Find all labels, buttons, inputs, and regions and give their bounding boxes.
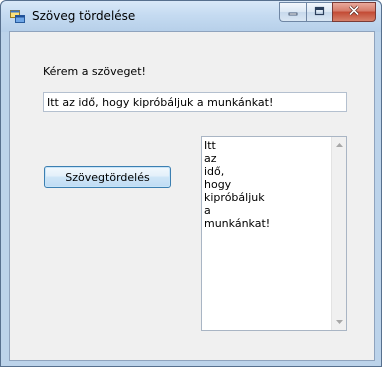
text-input[interactable] xyxy=(43,92,347,112)
wrap-text-button[interactable]: Szövegtördelés xyxy=(44,166,171,188)
title-bar[interactable]: Szöveg tördelése xyxy=(1,1,381,32)
prompt-label: Kérem a szöveget! xyxy=(43,65,146,78)
close-button[interactable] xyxy=(332,2,376,22)
app-window: Szöveg tördelése Kérem a szöveget! Szöv xyxy=(0,0,382,367)
minimize-button[interactable] xyxy=(279,2,306,22)
form-client-area: Kérem a szöveget! Szövegtördelés Itt az … xyxy=(9,31,375,361)
vertical-scrollbar[interactable] xyxy=(331,137,346,330)
caption-buttons xyxy=(279,2,376,22)
close-icon xyxy=(348,5,360,19)
output-line: munkánkat! xyxy=(204,217,271,230)
output-line: hogy xyxy=(204,178,232,191)
app-form-icon xyxy=(10,10,25,23)
scroll-up-arrow-icon[interactable] xyxy=(332,138,346,152)
output-lines: Itt az idő, hogy kipróbáljuk a munkánkat… xyxy=(204,139,270,230)
maximize-icon xyxy=(314,6,325,19)
output-textbox[interactable]: Itt az idő, hogy kipróbáljuk a munkánkat… xyxy=(201,136,347,331)
scroll-down-arrow-icon[interactable] xyxy=(332,315,346,329)
output-line: az xyxy=(204,152,217,165)
output-line: a xyxy=(204,204,211,217)
output-line: Itt xyxy=(204,139,216,152)
window-title: Szöveg tördelése xyxy=(32,9,136,23)
output-line: idő, xyxy=(204,165,225,178)
maximize-button[interactable] xyxy=(306,2,332,22)
output-line: kipróbáljuk xyxy=(204,191,265,204)
minimize-icon xyxy=(288,6,298,19)
